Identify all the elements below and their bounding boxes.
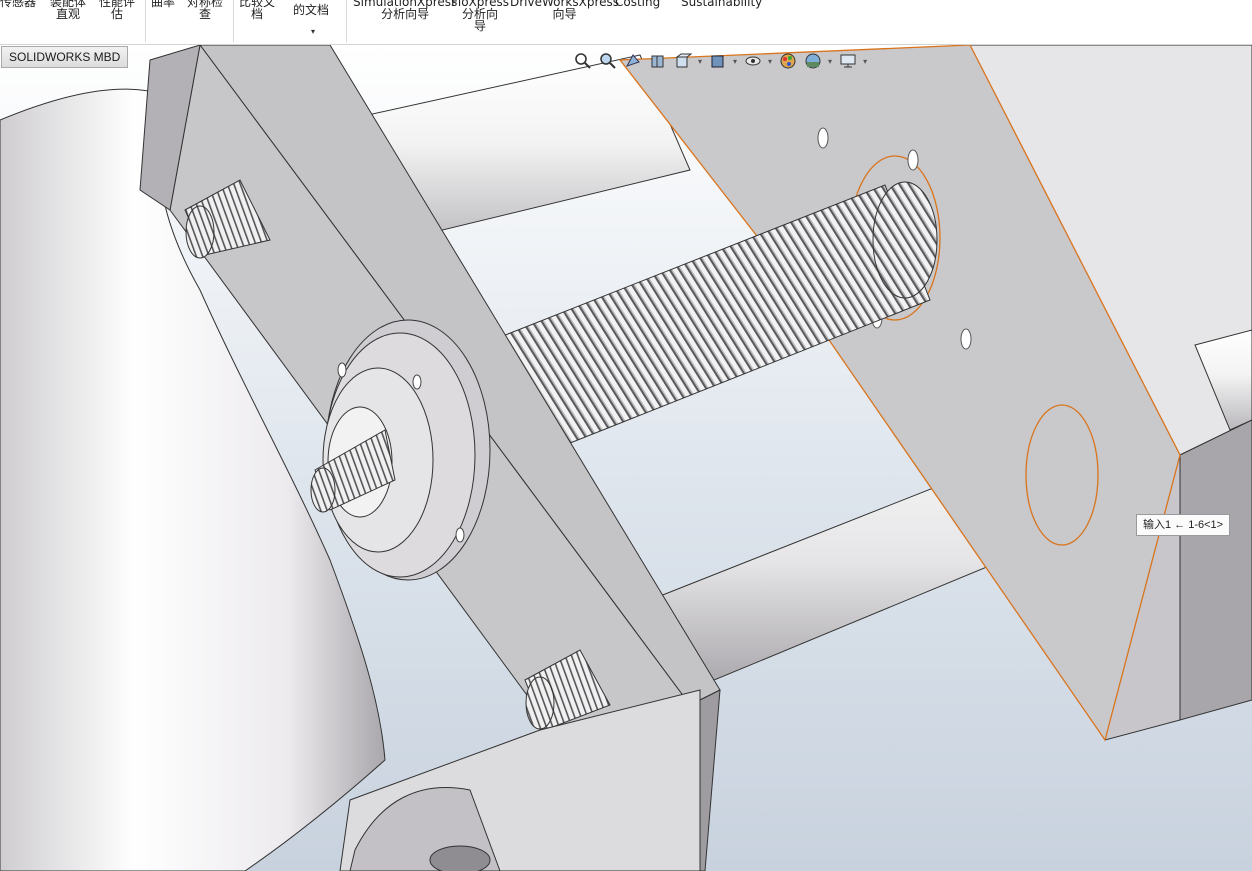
ribbon-button-documents[interactable]: 的文档 — [293, 4, 329, 16]
ribbon-button-assembly-visualization[interactable]: 装配体 直观 — [50, 0, 86, 20]
section-view-icon[interactable] — [648, 51, 668, 71]
ribbon-button-curvature[interactable]: 曲率 — [151, 0, 175, 8]
edit-appearance-icon[interactable] — [778, 51, 798, 71]
ribbon-button-compare-documents[interactable]: 比较文 档 — [239, 0, 275, 20]
tab-solidworks-mbd[interactable]: SOLIDWORKS MBD — [1, 46, 129, 68]
view-orientation-icon[interactable] — [673, 51, 693, 71]
ribbon-button-label: 查 — [199, 7, 212, 21]
heads-up-view-toolbar: ▾ ▾ ▾ ▾ ▾ — [573, 50, 873, 72]
chevron-down-icon[interactable]: ▾ — [733, 57, 737, 66]
mate-tooltip: 输入1 ← 1-6<1> — [1136, 514, 1231, 536]
ribbon-button-label: 估 — [111, 7, 124, 21]
ribbon-separator — [233, 0, 234, 42]
ribbon-button-label: 的文档 — [293, 3, 330, 17]
display-style-icon[interactable] — [708, 51, 728, 71]
graphics-area[interactable] — [0, 45, 1252, 871]
zoom-to-fit-icon[interactable] — [573, 51, 593, 71]
ribbon-button-label: 直观 — [56, 7, 81, 21]
ribbon-button-label: 曲率 — [151, 0, 176, 9]
chevron-down-icon[interactable]: ▾ — [698, 57, 702, 66]
chevron-down-icon[interactable]: ▾ — [828, 57, 832, 66]
ribbon-button-sustainability[interactable]: Sustainability — [681, 0, 762, 8]
ribbon-separator — [145, 0, 146, 42]
chevron-down-icon[interactable]: ▾ — [863, 57, 867, 66]
ribbon-button-label: 导 — [473, 19, 486, 33]
ribbon-button-sensors[interactable]: 传感器 — [0, 0, 36, 8]
ribbon-button-symmetry-check[interactable]: 对称检 查 — [187, 0, 223, 20]
ribbon-button-costing[interactable]: Costing — [615, 0, 660, 8]
ribbon-button-performance-evaluation[interactable]: 性能评 估 — [99, 0, 135, 20]
ribbon-button-floxpress[interactable]: FloXpress 分析向 导 — [451, 0, 509, 32]
ribbon-button-driveworksxpress[interactable]: DriveWorksXpress 向导 — [510, 0, 619, 20]
apply-scene-icon[interactable] — [803, 51, 823, 71]
ribbon-button-label: Costing — [615, 0, 661, 9]
ribbon-button-label: 传感器 — [0, 0, 37, 9]
ribbon-button-label: Sustainability — [681, 0, 763, 9]
hide-show-items-icon[interactable] — [743, 51, 763, 71]
previous-view-icon[interactable] — [623, 51, 643, 71]
ribbon-button-label: 向导 — [552, 7, 577, 21]
ribbon-button-label: 分析向导 — [381, 7, 430, 21]
ribbon-button-label: 档 — [251, 7, 264, 21]
ribbon-button-simulationxpress[interactable]: SimulationXpress 分析向导 — [353, 0, 457, 20]
ribbon-separator — [346, 0, 347, 42]
command-manager-ribbon: 传感器 装配体 直观 性能评 估 曲率 对称检 查 比较文 档 的文档 ▾ Si… — [0, 0, 1252, 45]
chevron-down-icon[interactable]: ▾ — [768, 57, 772, 66]
view-settings-icon[interactable] — [838, 51, 858, 71]
chevron-down-icon[interactable]: ▾ — [311, 27, 315, 36]
zoom-to-area-icon[interactable] — [598, 51, 618, 71]
